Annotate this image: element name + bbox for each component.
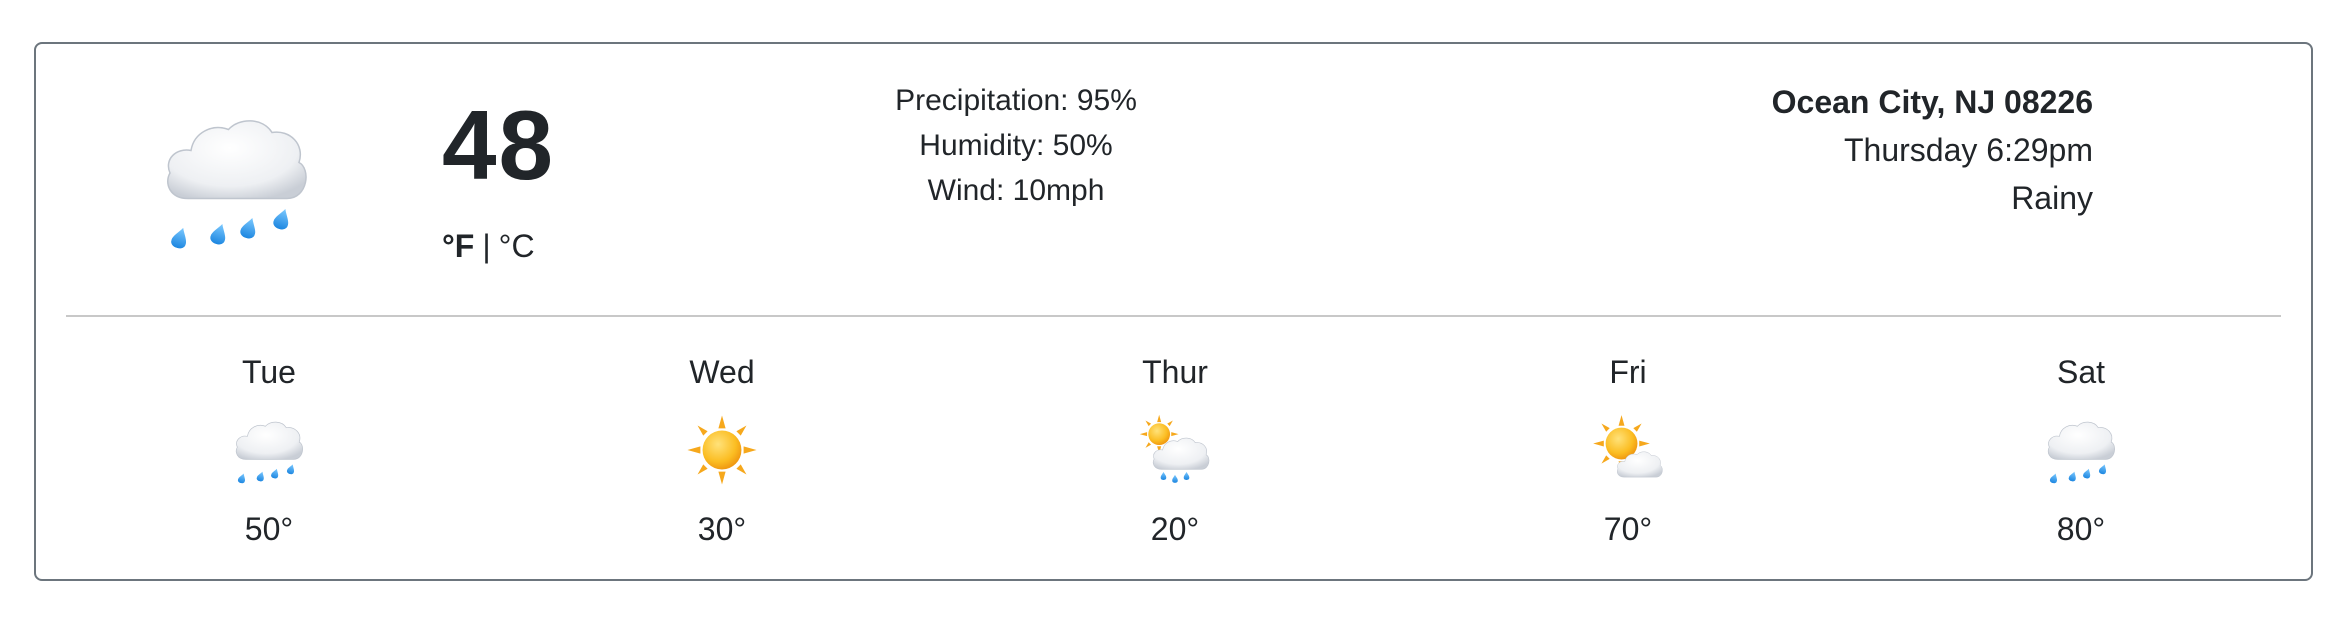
cloud-rain-icon xyxy=(2045,414,2117,486)
unit-toggle: °F | °C xyxy=(442,230,535,262)
forecast-temperature: 20° xyxy=(1150,511,1200,547)
forecast-temperature: 70° xyxy=(1603,511,1653,547)
location-name: Ocean City, NJ 08226 xyxy=(1771,84,2093,120)
forecast-temperature: 80° xyxy=(2056,511,2106,547)
precipitation-text: Precipitation: 95% xyxy=(895,84,1137,117)
forecast-day-label: Fri xyxy=(1609,354,1647,390)
cloud-rain-icon xyxy=(156,104,316,254)
fahrenheit-toggle[interactable]: °F xyxy=(442,228,474,264)
sun-icon xyxy=(686,414,758,486)
celsius-toggle[interactable]: °C xyxy=(499,228,535,264)
forecast-row: Tue 50° Wed 30° Thur 20° Fri 70° Sat 80° xyxy=(36,316,2311,581)
weather-card: 48 °F | °C Precipitation: 95% Humidity: 50… xyxy=(34,42,2313,581)
sun-behind-cloud-icon xyxy=(1592,414,1664,486)
unit-separator: | xyxy=(482,228,491,264)
forecast-day-label: Tue xyxy=(242,354,296,390)
weather-details: Precipitation: 95% Humidity: 50% Wind: 1… xyxy=(806,78,1226,213)
humidity-text: Humidity: 50% xyxy=(919,129,1113,162)
cloud-rain-icon xyxy=(233,414,305,486)
current-weather: 48 °F | °C Precipitation: 95% Humidity: 50… xyxy=(36,44,2311,316)
forecast-day-label: Wed xyxy=(689,354,755,390)
wind-text: Wind: 10mph xyxy=(927,174,1105,207)
current-temperature: 48 xyxy=(442,90,556,200)
current-condition: Rainy xyxy=(2011,180,2093,216)
current-datetime: Thursday 6:29pm xyxy=(1843,132,2093,168)
location-info: Ocean City, NJ 08226 Thursday 6:29pm Rai… xyxy=(1772,78,2093,222)
forecast-day-label: Thur xyxy=(1142,354,1208,390)
forecast-temperature: 50° xyxy=(244,511,294,547)
forecast-temperature: 30° xyxy=(697,511,747,547)
forecast-day-label: Sat xyxy=(2056,354,2106,390)
sun-cloud-rain-icon xyxy=(1139,414,1211,486)
